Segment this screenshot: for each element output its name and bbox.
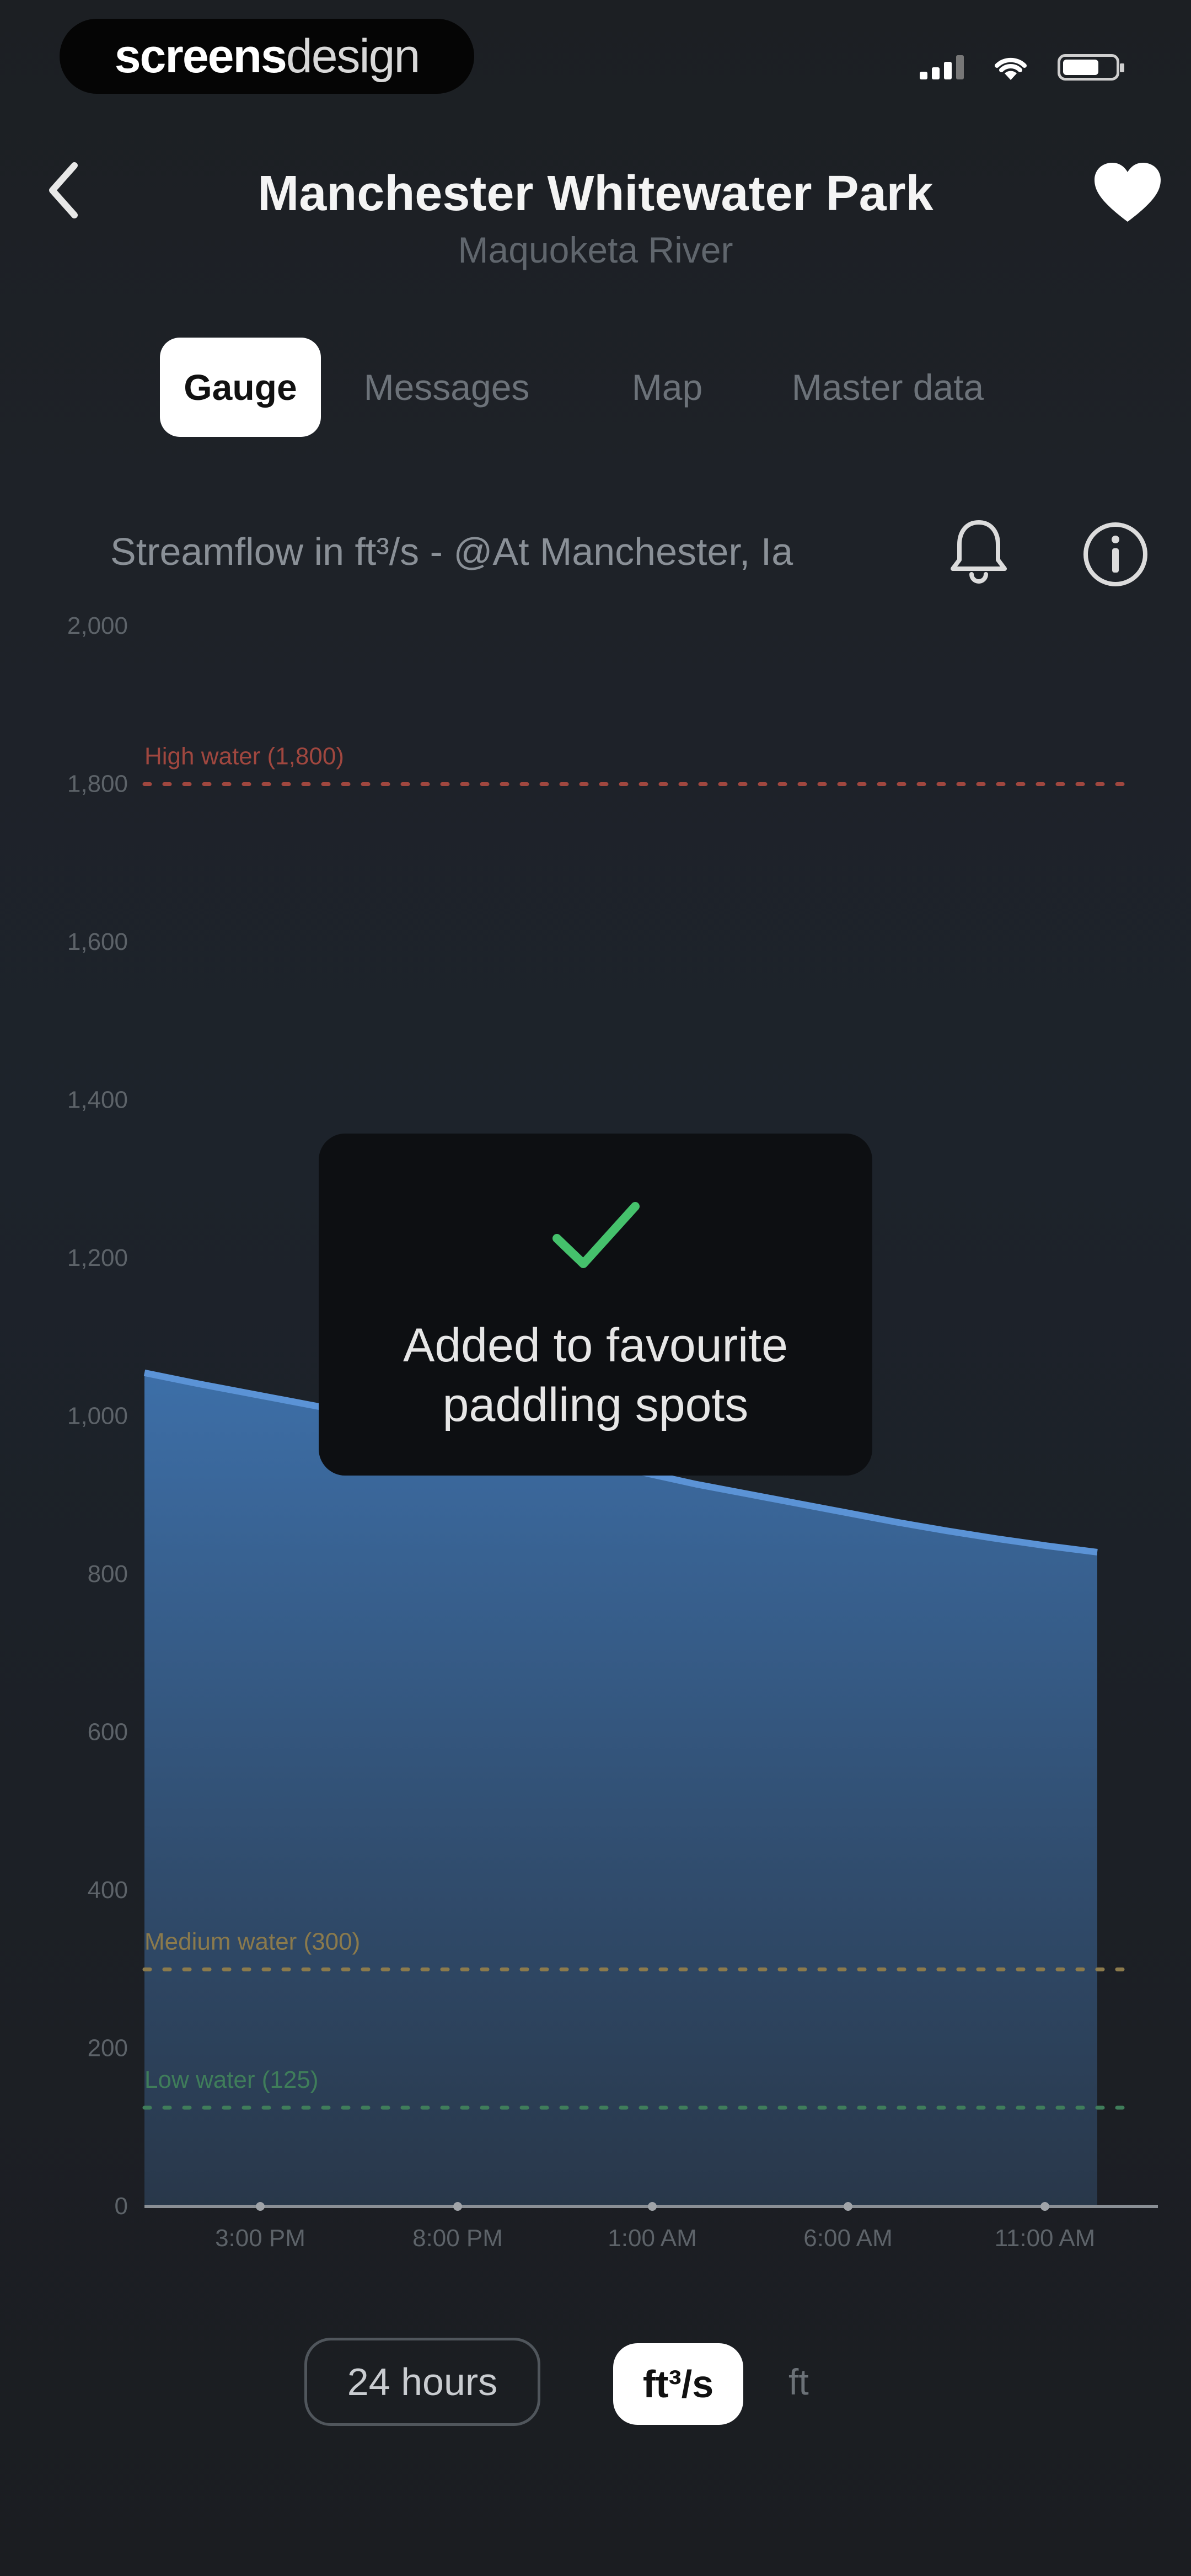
wifi-icon	[995, 57, 1027, 80]
toast-message: Added to favourite paddling spots	[403, 1319, 788, 1431]
x-tick-label: 11:00 AM	[995, 2225, 1096, 2251]
x-tick-mark	[844, 2202, 852, 2211]
y-tick-label: 1,200	[67, 1244, 128, 1271]
chart-title: Streamflow in ft³/s - @At Manchester, Ia	[110, 530, 793, 573]
battery-icon	[1058, 54, 1124, 81]
tab-messages[interactable]: Messages	[353, 338, 540, 437]
unit-toggle-selected[interactable]: ft³/s	[613, 2343, 743, 2425]
brand-badge: screensdesign	[60, 19, 474, 94]
tab-bar: Gauge Messages Map Master data	[154, 338, 1037, 437]
x-tick-label: 6:00 AM	[803, 2225, 892, 2251]
x-tick-mark	[648, 2202, 657, 2211]
y-tick-label: 1,600	[67, 928, 128, 955]
y-tick-label: 1,400	[67, 1087, 128, 1114]
unit-toggle-option[interactable]: ft	[788, 2361, 809, 2403]
y-tick-label: 800	[88, 1560, 128, 1588]
y-tick-label: 0	[115, 2193, 128, 2220]
x-tick-mark	[453, 2202, 462, 2211]
toast-notification: Added to favourite paddling spots	[319, 1134, 872, 1476]
brand-light: design	[286, 29, 420, 83]
x-tick-mark	[256, 2202, 265, 2211]
status-icons	[920, 52, 1124, 82]
y-tick-label: 400	[88, 1877, 128, 1904]
time-range-button[interactable]: 24 hours	[304, 2338, 540, 2426]
y-tick-label: 2,000	[67, 612, 128, 639]
x-tick-label: 1:00 AM	[608, 2225, 696, 2251]
threshold-label: Medium water (300)	[144, 1928, 360, 1955]
tab-gauge[interactable]: Gauge	[160, 338, 321, 437]
back-button[interactable]	[33, 160, 94, 221]
tab-map[interactable]: Map	[612, 338, 722, 437]
x-tick-mark	[1040, 2202, 1049, 2211]
chevron-left-icon	[49, 162, 78, 218]
y-tick-label: 200	[88, 2035, 128, 2062]
brand-text: screensdesign	[114, 29, 421, 84]
threshold-label: Low water (125)	[144, 2066, 318, 2093]
y-tick-label: 1,000	[67, 1403, 128, 1430]
threshold-label: High water (1,800)	[144, 743, 344, 770]
page-title: Manchester Whitewater Park	[257, 166, 934, 221]
bell-icon[interactable]	[943, 516, 1015, 587]
page-subtitle: Maquoketa River	[458, 229, 733, 270]
checkmark-icon	[552, 1202, 640, 1268]
favourite-heart-icon[interactable]	[1092, 160, 1163, 226]
signal-icon	[920, 55, 964, 79]
brand-bold: screens	[114, 29, 287, 83]
y-tick-label: 1,800	[67, 771, 128, 798]
x-tick-label: 8:00 PM	[412, 2225, 503, 2251]
y-tick-label: 600	[88, 1719, 128, 1746]
x-tick-label: 3:00 PM	[215, 2225, 305, 2251]
tab-master-data[interactable]: Master data	[766, 338, 1009, 437]
info-icon[interactable]	[1080, 519, 1151, 590]
